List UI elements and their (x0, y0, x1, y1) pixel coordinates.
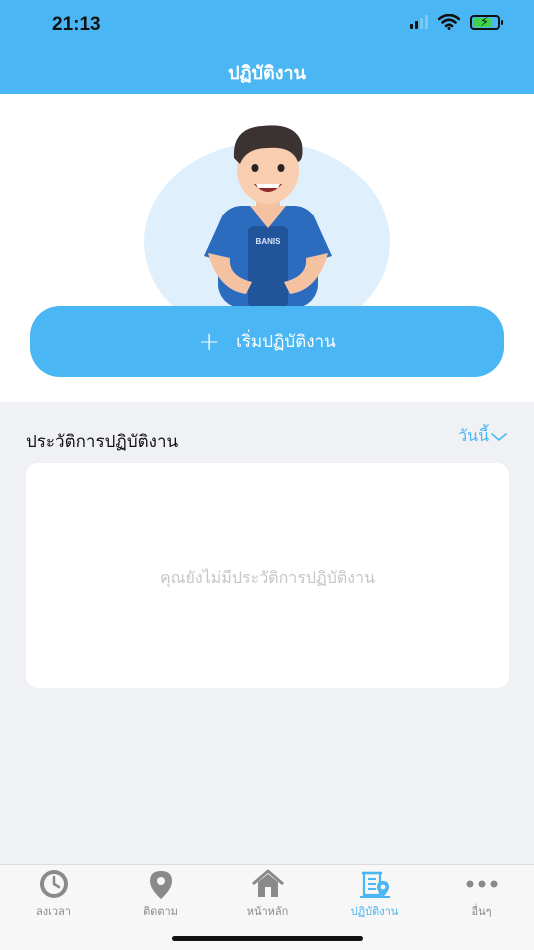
tab-more[interactable]: อื่นๆ (428, 865, 534, 925)
home-icon (251, 869, 284, 897)
more-icon (466, 880, 497, 888)
tab-label: ลงเวลา (36, 905, 71, 918)
date-filter-value: วันนี้ (458, 426, 489, 445)
home-indicator (172, 936, 363, 941)
location-pin-icon (149, 871, 172, 899)
start-work-button[interactable]: + เริ่มปฏิบัติงาน (30, 306, 504, 377)
status-time: 21:13 (52, 14, 101, 35)
app-header: 21:13 ⚡ ปฏิบัติงาน (0, 0, 534, 94)
tab-tracking[interactable]: ติดตาม (107, 865, 214, 925)
tab-label: หน้าหลัก (246, 905, 289, 918)
page-title: ปฏิบัติงาน (228, 63, 306, 84)
signal-icon (410, 15, 428, 29)
clock-icon (39, 870, 68, 898)
work-location-icon (359, 871, 390, 898)
tab-clock-in[interactable]: ลงเวลา (0, 865, 107, 925)
tab-work[interactable]: ปฏิบัติงาน (321, 865, 428, 925)
date-filter-dropdown[interactable]: วันนี้ (458, 424, 507, 449)
start-work-label: เริ่มปฏิบัติงาน (236, 332, 336, 352)
plus-icon: + (198, 326, 221, 357)
tab-label: ติดตาม (143, 905, 178, 918)
tab-home[interactable]: หน้าหลัก (214, 865, 321, 925)
history-title: ประวัติการปฏิบัติงาน (26, 432, 179, 452)
chevron-down-icon (491, 432, 507, 441)
tab-label: ปฏิบัติงาน (350, 905, 399, 918)
battery-icon: ⚡ (470, 14, 503, 30)
status-icons: ⚡ (410, 14, 503, 30)
empty-history-message: คุณยังไม่มีประวัติการปฏิบัติงาน (159, 568, 376, 587)
worker-illustration: BANIS (204, 125, 332, 308)
hero-section: BANIS + เริ่มปฏิบัติงาน (0, 94, 534, 402)
wifi-icon (438, 14, 460, 30)
tab-label: อื่นๆ (471, 905, 492, 918)
shirt-logo-text: BANIS (256, 237, 282, 246)
history-list-card: คุณยังไม่มีประวัติการปฏิบัติงาน (26, 463, 509, 688)
